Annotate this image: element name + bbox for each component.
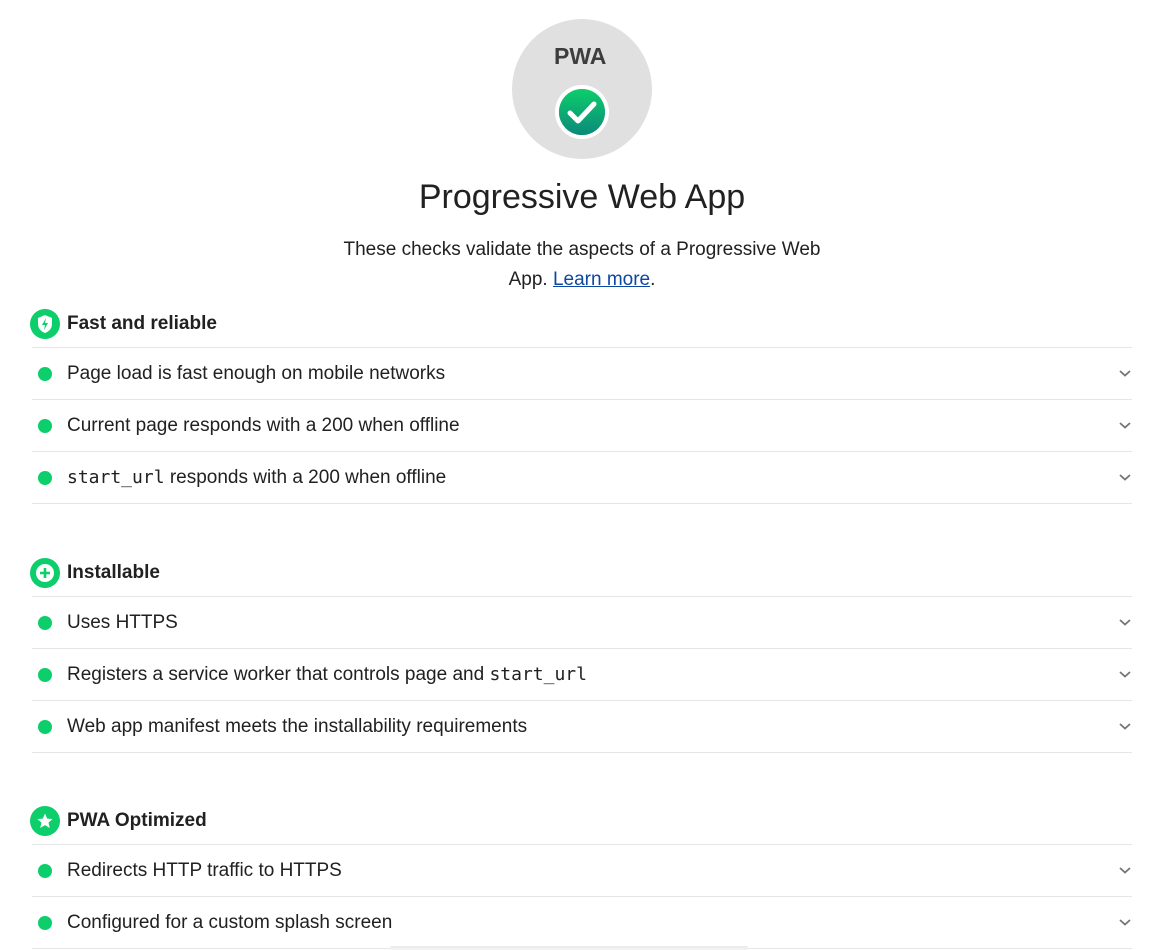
audit-title: Current page responds with a 200 when of… xyxy=(67,415,460,436)
audit-title: start_url responds with a 200 when offli… xyxy=(67,465,446,491)
audit-row[interactable]: Configured for a custom splash screen xyxy=(32,897,1132,949)
group-header: Installable xyxy=(30,558,1132,590)
audit-row[interactable]: Current page responds with a 200 when of… xyxy=(32,400,1132,452)
pass-indicator xyxy=(38,419,52,433)
audit-row[interactable]: Redirects HTTP traffic to HTTPS xyxy=(32,845,1132,897)
chevron-down-icon[interactable] xyxy=(1118,669,1132,679)
check-badge-icon xyxy=(555,85,609,139)
audit-list: Uses HTTPS Registers a service worker th… xyxy=(32,596,1132,753)
page-description: These checks validate the aspects of a P… xyxy=(330,235,834,295)
group-header: Fast and reliable xyxy=(30,309,1132,341)
plus-circle-icon xyxy=(30,558,60,588)
audit-code: start_url xyxy=(489,664,587,685)
shield-bolt-icon xyxy=(30,309,60,339)
group-title: Installable xyxy=(67,562,160,583)
audit-title: Registers a service worker that controls… xyxy=(67,662,587,688)
audit-title: Redirects HTTP traffic to HTTPS xyxy=(67,860,342,881)
audit-row[interactable]: Registers a service worker that controls… xyxy=(32,649,1132,701)
pwa-logo-icon: PWA xyxy=(554,43,606,67)
audit-text: responds with a 200 when offline xyxy=(164,467,447,488)
audit-code: start_url xyxy=(67,467,165,488)
audit-title: Web app manifest meets the installabilit… xyxy=(67,716,528,737)
audit-list: Redirects HTTP traffic to HTTPS Configur… xyxy=(32,844,1132,949)
group-header: PWA Optimized xyxy=(30,806,1132,838)
floating-toolbar-edge xyxy=(390,946,748,950)
audit-text: Registers a service worker that controls… xyxy=(67,664,490,685)
chevron-down-icon[interactable] xyxy=(1118,917,1132,927)
audit-row[interactable]: Web app manifest meets the installabilit… xyxy=(32,701,1132,753)
group-installable: Installable Uses HTTPS Registers a servi… xyxy=(30,558,1132,753)
chevron-down-icon[interactable] xyxy=(1118,617,1132,627)
audit-title: Uses HTTPS xyxy=(67,612,178,633)
chevron-down-icon[interactable] xyxy=(1118,865,1132,875)
learn-more-link[interactable]: Learn more xyxy=(553,269,650,290)
star-icon xyxy=(30,806,60,836)
chevron-down-icon[interactable] xyxy=(1118,472,1132,482)
pass-indicator xyxy=(38,916,52,930)
audit-title: Page load is fast enough on mobile netwo… xyxy=(67,363,446,384)
audit-row[interactable]: Uses HTTPS xyxy=(32,597,1132,649)
audit-row[interactable]: Page load is fast enough on mobile netwo… xyxy=(32,348,1132,400)
description-end: . xyxy=(650,269,656,290)
pass-indicator xyxy=(38,616,52,630)
audit-list: Page load is fast enough on mobile netwo… xyxy=(32,347,1132,504)
chevron-down-icon[interactable] xyxy=(1118,368,1132,378)
group-fast-and-reliable: Fast and reliable Page load is fast enou… xyxy=(30,309,1132,504)
pass-indicator xyxy=(38,367,52,381)
pass-indicator xyxy=(38,720,52,734)
chevron-down-icon[interactable] xyxy=(1118,721,1132,731)
audit-row[interactable]: start_url responds with a 200 when offli… xyxy=(32,452,1132,504)
audit-title: Configured for a custom splash screen xyxy=(67,912,393,933)
pwa-gauge: PWA xyxy=(512,19,652,159)
pwa-logo-text: PWA xyxy=(554,43,606,67)
pass-indicator xyxy=(38,668,52,682)
chevron-down-icon[interactable] xyxy=(1118,420,1132,430)
group-pwa-optimized: PWA Optimized Redirects HTTP traffic to … xyxy=(30,806,1132,949)
page-title: Progressive Web App xyxy=(418,178,746,216)
pass-indicator xyxy=(38,471,52,485)
pass-indicator xyxy=(38,864,52,878)
group-title: PWA Optimized xyxy=(67,810,207,831)
group-title: Fast and reliable xyxy=(67,313,217,334)
